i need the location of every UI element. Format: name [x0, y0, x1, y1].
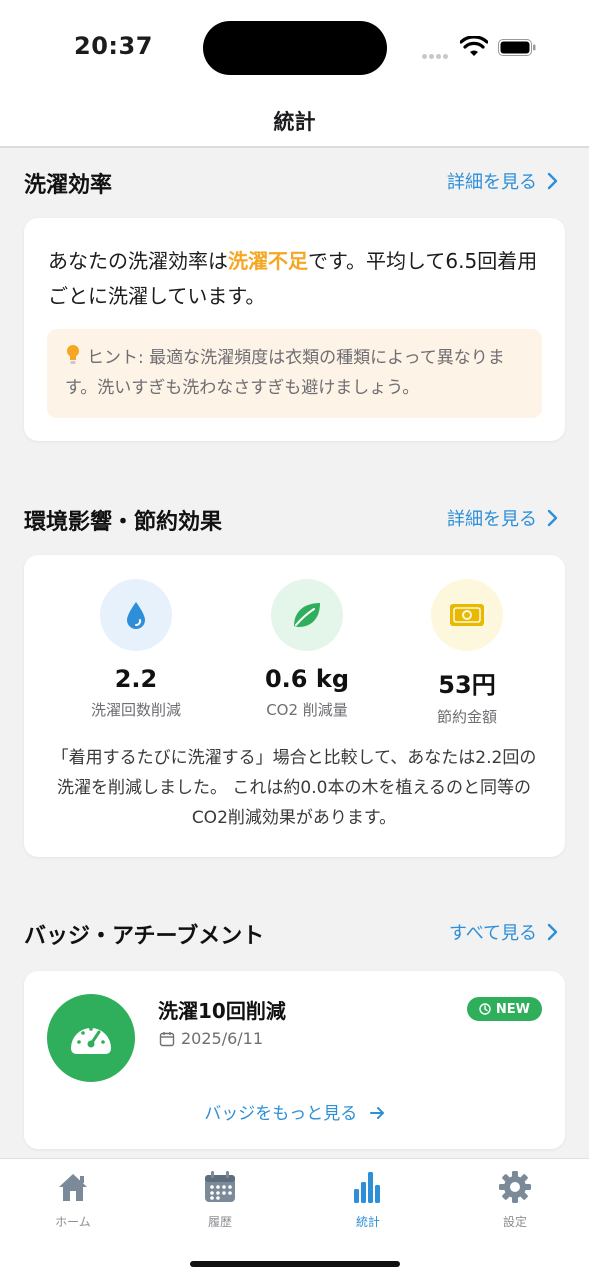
stat-wash-reduction: 2.2 洗濯回数削減 — [56, 579, 216, 720]
status-time: 20:37 — [74, 32, 153, 60]
status-bar: 20:37 — [0, 0, 589, 96]
more-badges-label: バッジをもっと見る — [204, 1104, 358, 1124]
badges-see-all-label: すべて見る — [448, 923, 537, 944]
tab-settings-label: 設定 — [502, 1215, 527, 1229]
environment-detail-link[interactable]: 詳細を見る — [447, 505, 559, 531]
calendar-icon — [205, 1171, 235, 1202]
hint-text-content: ヒント: 最適な洗濯頻度は衣類の種類によって異なります。洗いすぎも洗わなさすぎも… — [65, 348, 505, 398]
efficiency-text-prefix: あなたの洗濯効率は — [48, 249, 228, 273]
stat-money-saved: 53円 節約金額 — [387, 579, 547, 727]
new-badge: NEW — [466, 997, 542, 1021]
badge-date-text: 2025/6/11 — [181, 1029, 264, 1048]
tab-history[interactable]: 履歴 — [160, 1169, 280, 1230]
tab-settings[interactable]: 設定 — [455, 1169, 575, 1230]
badge-card[interactable]: 洗濯10回削減 2025/6/11 NEW バッジをもっと見る — [24, 971, 565, 1149]
tab-history-label: 履歴 — [207, 1215, 232, 1229]
efficiency-detail-link[interactable]: 詳細を見る — [447, 168, 559, 194]
battery-icon — [498, 39, 536, 56]
chevron-right-icon — [547, 923, 558, 941]
bar-chart-icon — [354, 1172, 380, 1203]
efficiency-detail-label: 詳細を見る — [447, 172, 537, 193]
tab-statistics[interactable]: 統計 — [308, 1169, 428, 1230]
badge-title: 洗濯10回削減 — [158, 999, 286, 1023]
cellular-signal-icon — [422, 44, 452, 59]
tab-statistics-label: 統計 — [355, 1215, 380, 1229]
wifi-icon — [460, 36, 488, 56]
hint-text: ヒント: 最適な洗濯頻度は衣類の種類によって異なります。洗いすぎも洗わなさすぎも… — [65, 343, 535, 403]
hint-box: ヒント: 最適な洗濯頻度は衣類の種類によって異なります。洗いすぎも洗わなさすぎも… — [47, 329, 542, 418]
badge-date: 2025/6/11 — [159, 1029, 263, 1048]
clock-icon — [479, 1003, 491, 1015]
stat-value: 2.2 — [114, 665, 158, 693]
efficiency-status: 洗濯不足 — [228, 249, 308, 273]
efficiency-summary: あなたの洗濯効率は洗濯不足です。平均して6.5回着用ごとに洗濯しています。 — [48, 244, 548, 314]
chevron-right-icon — [547, 172, 558, 190]
water-drop-icon — [100, 579, 172, 651]
home-indicator — [190, 1261, 400, 1267]
efficiency-card: あなたの洗濯効率は洗濯不足です。平均して6.5回着用ごとに洗濯しています。 ヒン… — [24, 218, 565, 441]
money-icon — [431, 579, 503, 651]
more-badges-link[interactable]: バッジをもっと見る — [24, 1099, 565, 1124]
stat-label: CO2 削減量 — [266, 701, 348, 719]
stat-value: 53円 — [438, 671, 496, 699]
stat-co2-reduction: 0.6 kg CO2 削減量 — [227, 579, 387, 720]
dynamic-island — [203, 21, 387, 75]
leaf-icon — [271, 579, 343, 651]
tab-home-label: ホーム — [55, 1215, 91, 1229]
chevron-right-icon — [547, 509, 558, 527]
speedometer-icon — [47, 994, 135, 1082]
calendar-icon — [159, 1031, 175, 1046]
badges-see-all-link[interactable]: すべて見る — [449, 919, 559, 945]
home-icon — [59, 1174, 87, 1201]
new-badge-label: NEW — [495, 1001, 530, 1017]
environment-detail-label: 詳細を見る — [447, 509, 537, 530]
efficiency-section-title: 洗濯効率 — [24, 173, 113, 198]
page-title: 統計 — [273, 110, 316, 134]
gear-icon — [499, 1171, 531, 1203]
stat-label: 節約金額 — [436, 708, 497, 726]
tab-home[interactable]: ホーム — [13, 1169, 133, 1230]
arrow-right-icon — [369, 1107, 384, 1119]
environment-section-title: 環境影響・節約効果 — [24, 510, 223, 535]
environment-card: 2.2 洗濯回数削減 0.6 kg CO2 削減量 53円 節約金額 「着用する… — [24, 555, 565, 857]
environment-description: 「着用するたびに洗濯する」場合と比較して、あなたは2.2回の洗濯を削減しました。… — [51, 748, 537, 828]
stat-label: 洗濯回数削減 — [90, 701, 181, 719]
badges-section-title: バッジ・アチーブメント — [24, 924, 265, 949]
navigation-bar: 統計 — [0, 96, 589, 148]
stat-value: 0.6 kg — [264, 665, 349, 693]
lightbulb-icon — [67, 345, 79, 364]
